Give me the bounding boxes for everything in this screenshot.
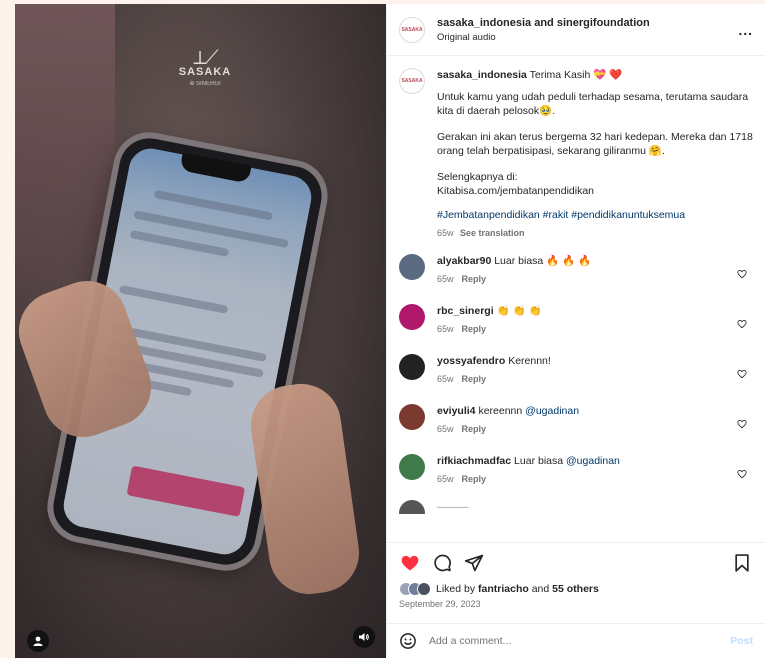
audio-label[interactable]: Original audio — [437, 32, 738, 43]
comment-text: Luar biasa — [514, 455, 564, 467]
liker-username[interactable]: fantriacho — [478, 583, 529, 595]
reply-button[interactable]: Reply — [462, 324, 487, 334]
bookmark-icon — [735, 553, 749, 572]
caption-username[interactable]: sasaka_indonesia — [437, 69, 527, 81]
mute-button[interactable] — [353, 626, 375, 648]
comment-row: rbc_sinergi 👏 👏 👏 65w Reply — [399, 304, 753, 340]
caption: SASAKA sasaka_indonesia Terima Kasih 💝 ❤… — [399, 68, 753, 240]
comment-username[interactable]: yossyafendro — [437, 355, 505, 367]
author-avatar[interactable]: SASAKA — [399, 16, 425, 43]
caption-avatar[interactable]: SASAKA — [399, 68, 425, 94]
video-hand-right — [245, 378, 365, 600]
speech-bubble-icon — [434, 554, 451, 571]
like-button[interactable] — [399, 552, 421, 574]
user-icon — [33, 636, 43, 646]
heart-outline-icon — [737, 470, 747, 479]
comment-emoji: 🔥 🔥 🔥 — [546, 255, 592, 267]
post-date: September 29, 2023 — [399, 599, 481, 609]
save-button[interactable] — [731, 552, 753, 574]
emoji-icon[interactable] — [399, 632, 417, 650]
comment-avatar[interactable] — [399, 454, 425, 480]
comment-time: 65w — [437, 324, 454, 334]
heart-outline-icon — [737, 320, 747, 329]
comment-time: 65w — [437, 474, 454, 484]
comment-like-button[interactable] — [737, 266, 749, 279]
comment-mention[interactable]: @ugadinan — [566, 455, 620, 467]
speaker-icon — [359, 633, 369, 641]
comments-scroll[interactable]: SASAKA sasaka_indonesia Terima Kasih 💝 ❤… — [387, 56, 765, 542]
comments-list: alyakbar90 Luar biasa 🔥 🔥 🔥 65w Reply rbc_s… — [399, 254, 753, 490]
author-names[interactable]: sasaka_indonesia and sinergifoundation — [437, 17, 738, 29]
caption-first-line: Terima Kasih 💝 ❤️ — [529, 69, 623, 81]
comment-avatar[interactable] — [399, 354, 425, 380]
comment-row: rifkiachmadfac Luar biasa @ugadinan 65w Re… — [399, 454, 753, 490]
comment-avatar[interactable] — [399, 254, 425, 280]
comment-time: 65w — [437, 374, 454, 384]
comment-time: 65w — [437, 424, 454, 434]
see-translation-button[interactable]: See translation — [460, 228, 525, 238]
comment-avatar[interactable] — [399, 404, 425, 430]
comment-avatar[interactable] — [399, 500, 425, 514]
comment-username[interactable]: alyakbar90 — [437, 255, 491, 267]
comment-partial: ——— — [399, 500, 753, 514]
sasaka-watermark-logo: ⟂⟋ SASAKA ⊕ SINERGI — [178, 47, 232, 87]
comment-button[interactable] — [431, 552, 453, 574]
comment-like-button[interactable] — [737, 416, 749, 429]
add-comment-bar: Post — [387, 623, 765, 658]
video-player[interactable]: ⟂⟋ SASAKA ⊕ SINERGI — [15, 4, 386, 658]
comment-text: Kerennn! — [508, 355, 551, 367]
comment-username[interactable]: eviyuli4 — [437, 405, 476, 417]
comment-like-button[interactable] — [737, 366, 749, 379]
post-panel: SASAKA sasaka_indonesia and sinergifound… — [386, 4, 765, 658]
caption-link: Kitabisa.com/jembatanpendidikan — [437, 185, 595, 197]
post-dialog: ⟂⟋ SASAKA ⊕ SINERGI SASAKA sasaka_indone… — [15, 4, 765, 658]
likes-others-link[interactable]: 55 others — [552, 583, 599, 595]
comment-like-button[interactable] — [737, 466, 749, 479]
comment-row: yossyafendro Kerennn! 65w Reply — [399, 354, 753, 390]
reply-button[interactable]: Reply — [462, 424, 487, 434]
comment-username[interactable]: rifkiachmadfac — [437, 455, 511, 467]
tagged-users-button[interactable] — [27, 630, 49, 652]
heart-filled-icon — [401, 555, 419, 570]
caption-time: 65w — [437, 228, 454, 238]
comment-emoji: 👏 👏 👏 — [496, 305, 542, 317]
heart-outline-icon — [737, 370, 747, 379]
comment-text: kereennn — [478, 405, 523, 417]
comment-avatar[interactable] — [399, 304, 425, 330]
comment-text: Luar biasa — [494, 255, 544, 267]
reply-button[interactable]: Reply — [462, 274, 487, 284]
share-button[interactable] — [463, 552, 485, 574]
comment-row: eviyuli4 kereennn @ugadinan 65w Reply — [399, 404, 753, 440]
action-bar — [387, 542, 765, 582]
comment-mention[interactable]: @ugadinan — [525, 405, 579, 417]
comment-like-button[interactable] — [737, 316, 749, 329]
caption-hashtags[interactable]: #Jembatanpendidikan #rakit #pendidikanun… — [437, 208, 753, 222]
post-header: SASAKA sasaka_indonesia and sinergifound… — [387, 4, 765, 56]
liker-avatars[interactable] — [399, 582, 431, 596]
caption-paragraph-1: Untuk kamu yang udah peduli terhadap ses… — [437, 91, 749, 117]
paper-plane-icon — [464, 554, 484, 571]
heart-outline-icon — [737, 270, 747, 279]
likes-summary: Liked by fantriacho and 55 others — [387, 582, 765, 596]
caption-more-label: Selengkapnya di: — [437, 171, 518, 183]
comment-time: 65w — [437, 274, 454, 284]
post-comment-button[interactable]: Post — [730, 635, 753, 647]
comment-row: alyakbar90 Luar biasa 🔥 🔥 🔥 65w Reply — [399, 254, 753, 290]
comment-input[interactable] — [429, 635, 731, 647]
comment-username[interactable]: rbc_sinergi — [437, 305, 494, 317]
caption-paragraph-2: Gerakan ini akan terus bergema 32 hari k… — [437, 131, 753, 157]
heart-outline-icon — [737, 420, 747, 429]
more-options-button[interactable]: ... — [738, 22, 753, 38]
reply-button[interactable]: Reply — [462, 474, 487, 484]
reply-button[interactable]: Reply — [462, 374, 487, 384]
